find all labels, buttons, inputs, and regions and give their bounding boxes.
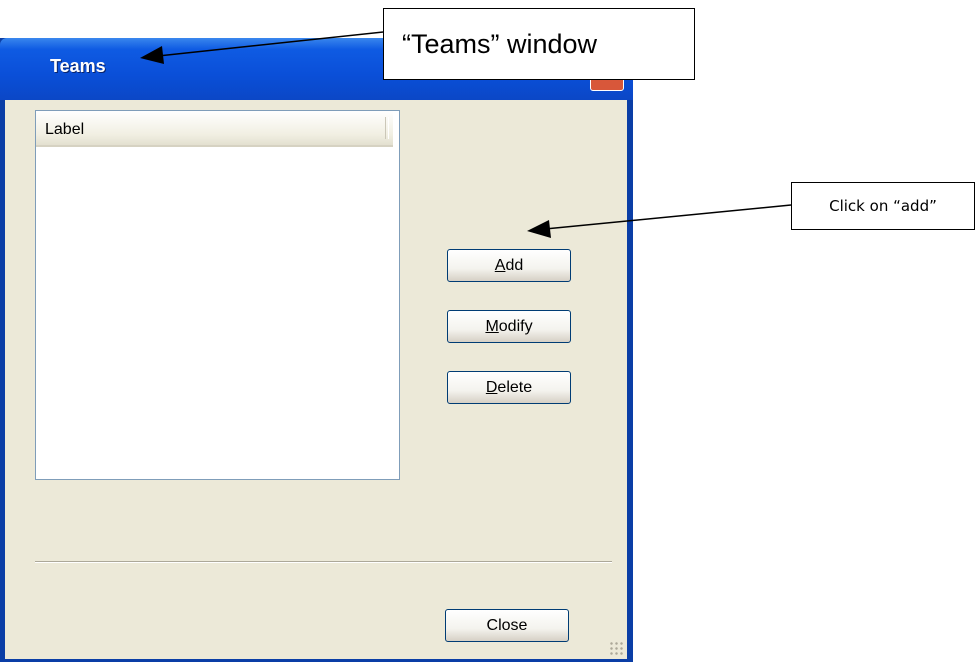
annotation-add-callout: Click on “add” xyxy=(791,182,975,230)
add-accelerator: A xyxy=(494,257,506,274)
window-client-area: Label Add Modify Delete Close xyxy=(5,100,627,659)
annotation-add-text: Click on “add” xyxy=(829,197,937,215)
teams-window: Teams Label Add Modify Delete Close xyxy=(0,38,633,662)
list-column-header[interactable]: Label xyxy=(36,111,393,147)
window-title: Teams xyxy=(50,56,106,76)
annotation-window-text: “Teams” window xyxy=(402,29,598,59)
modify-accelerator: M xyxy=(485,318,499,335)
delete-button[interactable]: Delete xyxy=(447,371,571,404)
add-label: dd xyxy=(505,257,524,274)
separator-line xyxy=(35,561,612,563)
delete-label: elete xyxy=(497,379,533,396)
add-button[interactable]: Add xyxy=(447,249,571,282)
teams-list[interactable]: Label xyxy=(35,110,400,480)
annotation-window-callout: “Teams” window xyxy=(383,8,695,80)
column-divider[interactable] xyxy=(385,117,389,139)
resize-grip-icon[interactable] xyxy=(609,641,623,655)
close-label: Close xyxy=(486,617,528,634)
delete-accelerator: D xyxy=(485,379,498,396)
close-button[interactable]: Close xyxy=(445,609,569,642)
column-header-label: Label xyxy=(45,121,85,138)
modify-label: odify xyxy=(498,318,533,335)
modify-button[interactable]: Modify xyxy=(447,310,571,343)
